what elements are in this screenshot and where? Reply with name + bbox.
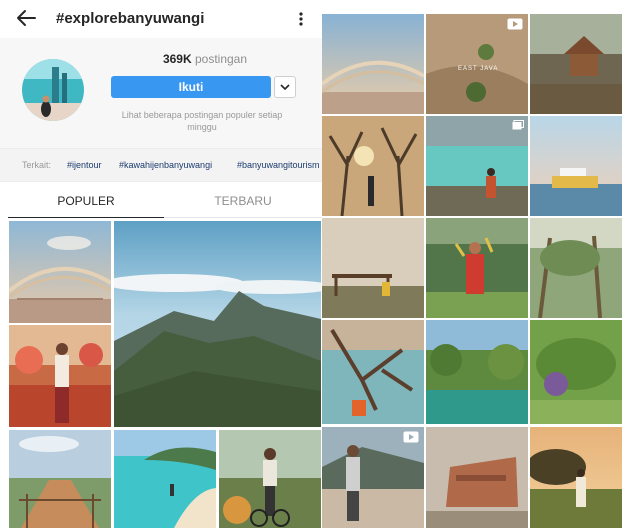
post-thumbnail-turquoise-beach[interactable] (114, 430, 216, 528)
multiple-photos-icon (512, 120, 524, 130)
tab-recent[interactable]: TERBARU (164, 182, 322, 218)
video-icon (507, 18, 523, 30)
post-thumbnail-wooden-boardwalk[interactable] (9, 430, 111, 528)
follow-dropdown-button[interactable] (274, 76, 296, 98)
post-thumbnail-east-java-aerial[interactable]: EAST JAVA (426, 14, 528, 114)
post-thumbnail-bare-trees[interactable] (322, 116, 424, 216)
post-thumbnail-man-hills[interactable] (322, 427, 424, 528)
follow-button[interactable]: Ikuti (111, 76, 271, 98)
more-options-button[interactable] (293, 9, 309, 29)
post-thumbnail-traditional-dancer[interactable] (426, 218, 528, 318)
post-thumbnail-cyclist[interactable] (219, 430, 321, 528)
explore-grid-panel: EAST JAVA (322, 0, 622, 528)
post-thumbnail-gazebo-mist[interactable] (322, 218, 424, 318)
related-label: Terkait: (22, 160, 52, 170)
post-thumbnail-forest-path[interactable] (530, 218, 622, 318)
post-thumbnail-sunset-field[interactable] (530, 427, 622, 528)
post-thumbnail-lake-branches[interactable] (322, 320, 424, 424)
post-thumbnail-crater-lake[interactable] (426, 116, 528, 216)
arrow-left-icon (17, 10, 36, 26)
top-bar: #explorebanyuwangi (0, 0, 322, 38)
hashtag-avatar (22, 59, 84, 121)
post-count-value: 369K (162, 52, 192, 66)
hashtag-title: #explorebanyuwangi (56, 10, 205, 27)
popular-posts-note: Lihat beberapa postingan populer setiap … (121, 110, 283, 132)
post-thumbnail-mountain-landscape[interactable] (114, 221, 321, 427)
post-thumbnail-ferry-sea[interactable] (530, 116, 622, 216)
more-vertical-icon (299, 12, 303, 26)
post-count: 369K postingan (150, 52, 260, 66)
related-tag[interactable]: #ijentour (67, 149, 102, 181)
tabs: POPULER TERBARU (0, 182, 322, 218)
hashtag-header: 369K postingan Ikuti Lihat beberapa post… (0, 38, 322, 148)
back-button[interactable] (14, 7, 38, 29)
post-thumbnail-shipwreck-house[interactable] (426, 427, 528, 528)
chevron-down-icon (280, 84, 290, 91)
related-tag[interactable]: #banyuwangitourism (237, 149, 320, 181)
related-tags-bar: Terkait: #ijentour #kawahijenbanyuwangi … (0, 148, 322, 182)
post-thumbnail-hobbit-house[interactable] (530, 320, 622, 424)
tab-popular[interactable]: POPULER (8, 182, 164, 218)
post-thumbnail-woman-flowers[interactable] (9, 325, 111, 427)
post-thumbnail-hut-forest[interactable] (530, 14, 622, 114)
overlay-text: EAST JAVA (458, 66, 499, 72)
related-tag[interactable]: #kawahijenbanyuwangi (119, 149, 212, 181)
video-icon (403, 431, 419, 443)
post-thumbnail-bridge-sunset[interactable] (322, 14, 424, 114)
post-thumbnail-bridge-sunset[interactable] (9, 221, 111, 323)
post-count-label: postingan (194, 52, 248, 66)
hashtag-page-panel: #explorebanyuwangi 369K postingan Ikuti (0, 0, 322, 528)
post-thumbnail-lagoon-trees[interactable] (426, 320, 528, 424)
